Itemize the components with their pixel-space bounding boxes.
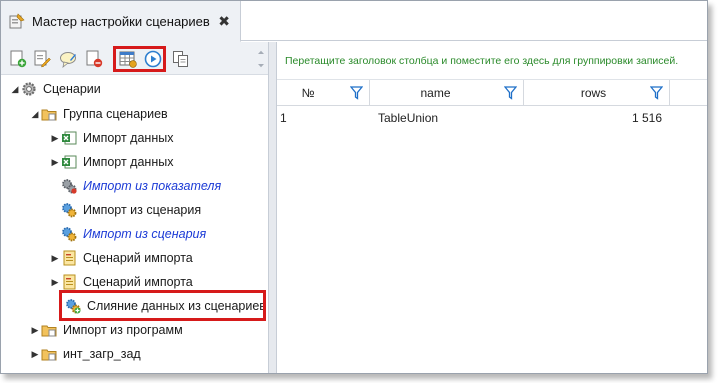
tree-item-label: Группа сценариев — [63, 107, 168, 121]
tab-title: Мастер настройки сценариев — [32, 13, 210, 29]
column-header-label: № — [301, 86, 315, 100]
toolbar-overflow-icon[interactable] — [256, 50, 266, 68]
tree-item-label: Импорт данных — [83, 155, 174, 169]
folder-icon — [41, 346, 57, 362]
delete-icon[interactable] — [85, 50, 103, 68]
tree-item-import-scenario-1[interactable]: ▶ Сценарий импорта — [49, 247, 193, 269]
toolbar-highlight-box — [113, 46, 166, 72]
tree-item-label: Импорт из сценария — [83, 227, 207, 241]
column-header-rows[interactable]: rows — [524, 80, 670, 106]
gears-icon — [61, 178, 77, 194]
tree-item-label: Импорт из программ — [63, 323, 183, 337]
gears-icon — [61, 202, 77, 218]
selected-item-highlight-box — [59, 290, 266, 321]
cell-num: 1 — [280, 111, 287, 125]
tree-item-label: Импорт из показателя — [83, 179, 222, 193]
wizard-icon — [9, 13, 25, 29]
collapse-arrow-icon[interactable]: ◢ — [9, 78, 21, 100]
filter-icon[interactable] — [503, 86, 518, 100]
expand-arrow-icon[interactable]: ▶ — [49, 247, 61, 269]
tree-item-label: инт_загр_зад — [63, 347, 141, 361]
data-grid: Перетащите заголовок столбца и поместите… — [277, 42, 707, 373]
tree-item-import-from-indicator[interactable]: Импорт из показателя — [61, 175, 221, 197]
tree-item-import-data-2[interactable]: ▶ Импорт данных — [49, 151, 174, 173]
expand-arrow-icon[interactable]: ▶ — [29, 343, 41, 365]
tab-close-icon[interactable]: ✖ — [218, 13, 230, 29]
expand-arrow-icon[interactable]: ▶ — [49, 127, 61, 149]
app-window: Мастер настройки сценариев ✖ ◢ Сценарии … — [0, 0, 708, 374]
grid-header: № name rows — [277, 80, 707, 106]
folder-icon — [41, 106, 57, 122]
filter-icon[interactable] — [649, 86, 664, 100]
cell-name: TableUnion — [378, 111, 439, 125]
tab-scenario-wizard[interactable]: Мастер настройки сценариев ✖ — [1, 1, 241, 42]
add-icon[interactable] — [9, 50, 27, 68]
table-row[interactable]: 1 TableUnion 1 516 — [277, 107, 707, 129]
tree-item-int-zagr-zad[interactable]: ▶ инт_загр_зад — [29, 343, 141, 365]
cell-rows: 1 516 — [631, 111, 662, 125]
tree-item-scenarios[interactable]: ◢ Сценарии — [9, 78, 101, 100]
tree-item-import-from-scenario-1[interactable]: Импорт из сценария — [61, 199, 201, 221]
script-icon — [61, 250, 77, 266]
excel-icon — [61, 130, 77, 146]
expand-arrow-icon[interactable]: ▶ — [49, 151, 61, 173]
comment-icon[interactable] — [59, 50, 77, 68]
tree-item-label: Сценарии — [43, 82, 101, 96]
group-by-panel[interactable]: Перетащите заголовок столбца и поместите… — [277, 42, 707, 80]
excel-icon — [61, 154, 77, 170]
tab-bar: Мастер настройки сценариев ✖ — [1, 1, 707, 42]
copy-icon[interactable] — [172, 50, 190, 68]
tree-item-import-from-scenario-2[interactable]: Импорт из сценария — [61, 223, 206, 245]
tree-item-label: Сценарий импорта — [83, 251, 193, 265]
filter-icon[interactable] — [349, 86, 364, 100]
folder-icon — [41, 322, 57, 338]
tree-toolbar — [1, 42, 268, 75]
collapse-arrow-icon[interactable]: ◢ — [29, 103, 41, 125]
group-by-hint: Перетащите заголовок столбца и поместите… — [285, 54, 679, 67]
panel-splitter[interactable] — [268, 42, 277, 373]
column-header-num[interactable]: № — [277, 80, 370, 106]
script-icon — [61, 274, 77, 290]
gears-icon — [61, 226, 77, 242]
column-header-name[interactable]: name — [370, 80, 524, 106]
tree-item-import-from-programs[interactable]: ▶ Импорт из программ — [29, 319, 183, 341]
tree-item-label: Импорт из сценария — [83, 203, 202, 217]
tree-item-label: Сценарий импорта — [83, 275, 193, 289]
scenario-tree: ◢ Сценарии ◢ Группа сценариев ▶ Импорт д… — [1, 75, 268, 373]
column-header-label: name — [420, 86, 451, 100]
tree-item-import-data-1[interactable]: ▶ Импорт данных — [49, 127, 174, 149]
gear-icon — [21, 81, 37, 97]
expand-arrow-icon[interactable]: ▶ — [29, 319, 41, 341]
column-header-label: rows — [580, 86, 607, 100]
tree-item-label: Импорт данных — [83, 131, 174, 145]
edit-icon[interactable] — [33, 50, 51, 68]
tree-item-scenario-group[interactable]: ◢ Группа сценариев — [29, 103, 168, 125]
